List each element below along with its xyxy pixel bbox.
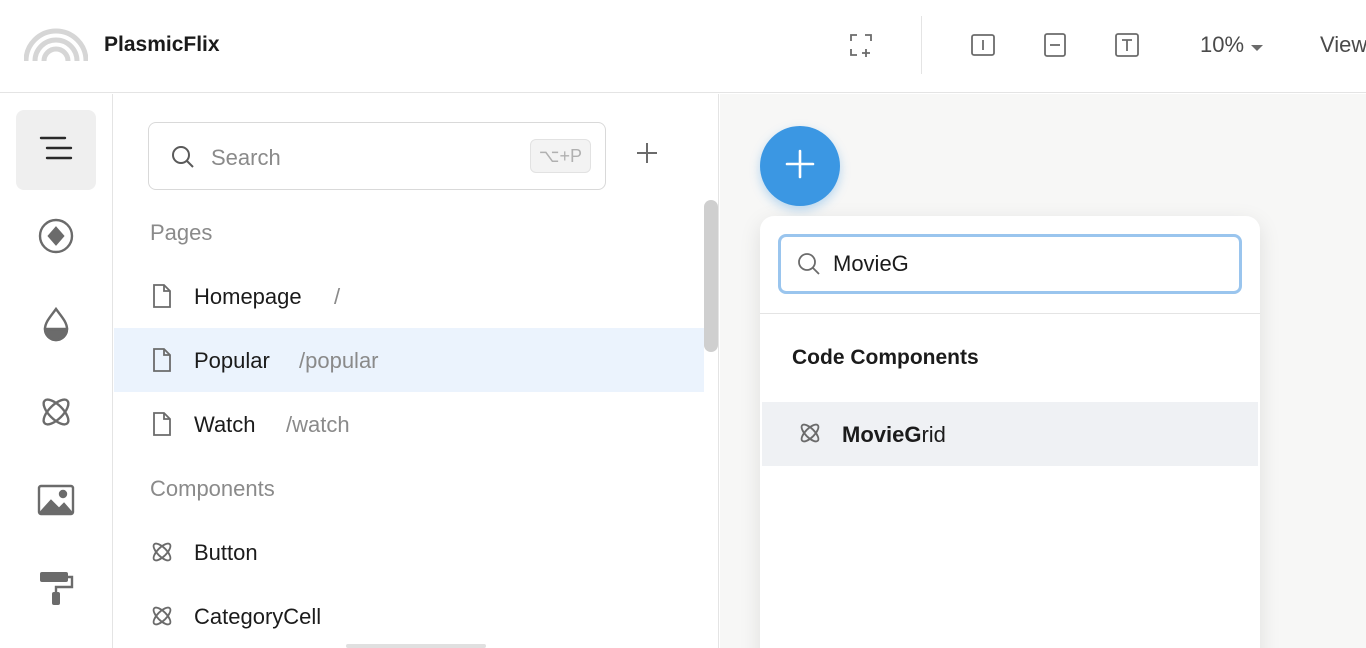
- component-row-button[interactable]: Button: [114, 520, 704, 584]
- page-path: /popular: [299, 348, 379, 373]
- component-icon: [798, 421, 822, 450]
- page-path: /watch: [286, 412, 350, 437]
- images-tab[interactable]: [16, 462, 96, 542]
- page-name: Popular: [194, 348, 270, 373]
- focus-frame-icon[interactable]: [846, 30, 876, 60]
- tokens-tab[interactable]: [16, 286, 96, 366]
- zoom-select[interactable]: 10%: [1200, 32, 1264, 58]
- outline-horizontal-scrollbar[interactable]: [346, 644, 486, 648]
- page-name: Homepage: [194, 284, 302, 309]
- mixins-tab[interactable]: [16, 550, 96, 630]
- page-row-popular[interactable]: Popular /popular: [114, 328, 704, 392]
- search-icon: [171, 145, 195, 174]
- component-icon: [150, 603, 174, 629]
- code-components-heading: Code Components: [792, 346, 979, 369]
- outline-tab[interactable]: [16, 110, 96, 190]
- component-icon: [150, 539, 174, 565]
- page-row-watch[interactable]: Watch /watch: [114, 392, 704, 456]
- plus-icon: [784, 148, 816, 185]
- view-menu-button[interactable]: View: [1320, 32, 1366, 58]
- component-row-categorycell[interactable]: CategoryCell: [114, 584, 704, 648]
- project-name[interactable]: PlasmicFlix: [104, 33, 220, 57]
- top-toolbar: PlasmicFlix 10% View: [0, 0, 1366, 93]
- page-path: /: [334, 284, 341, 309]
- mixins-icon: [38, 570, 74, 611]
- page-icon: [150, 411, 174, 437]
- images-icon: [37, 484, 75, 521]
- insert-panel: Code Components MovieGrid: [760, 216, 1260, 648]
- zoom-label: 10%: [1200, 32, 1245, 57]
- search-icon: [797, 252, 821, 281]
- insert-search-field[interactable]: [778, 234, 1242, 294]
- outline-panel: Search ⌥+P Pages Homepage / Popular /pop…: [114, 94, 719, 648]
- page-name: Watch: [194, 412, 256, 437]
- outline-scrollbar[interactable]: [704, 200, 718, 352]
- result-name-match: MovieG: [842, 422, 922, 447]
- page-icon: [150, 347, 174, 373]
- page-row-homepage[interactable]: Homepage /: [114, 264, 704, 328]
- pages-section-label: Pages: [150, 220, 213, 245]
- horizontal-stack-icon[interactable]: [1040, 30, 1070, 60]
- result-item-moviegrid[interactable]: MovieGrid: [762, 402, 1258, 466]
- components-icon: [38, 394, 74, 435]
- plasmic-logo-icon[interactable]: [23, 28, 89, 62]
- component-name: Button: [194, 540, 258, 565]
- chevron-down-icon: [1250, 32, 1264, 58]
- design-canvas[interactable]: Code Components MovieGrid: [720, 94, 1366, 648]
- assets-tab[interactable]: [16, 198, 96, 278]
- result-name-rest: rid: [921, 422, 946, 447]
- text-icon[interactable]: [1112, 30, 1142, 60]
- toolbar-divider: [921, 16, 922, 74]
- outline-icon: [39, 135, 73, 166]
- tokens-icon: [41, 306, 71, 347]
- insert-panel-divider: [760, 313, 1260, 314]
- components-section-label: Components: [150, 476, 275, 501]
- insert-button[interactable]: [760, 126, 840, 206]
- outline-search-input[interactable]: Search ⌥+P: [148, 122, 606, 190]
- add-item-button[interactable]: [632, 140, 662, 170]
- vertical-stack-icon[interactable]: [968, 30, 998, 60]
- result-name: MovieGrid: [842, 422, 946, 448]
- search-placeholder: Search: [211, 145, 281, 170]
- search-shortcut-badge: ⌥+P: [529, 139, 591, 173]
- assets-icon: [37, 217, 75, 260]
- components-tab[interactable]: [16, 374, 96, 454]
- plus-icon: [636, 142, 658, 169]
- page-icon: [150, 283, 174, 309]
- insert-search-input[interactable]: [833, 247, 1223, 281]
- left-rail: [0, 94, 113, 648]
- component-name: CategoryCell: [194, 604, 322, 629]
